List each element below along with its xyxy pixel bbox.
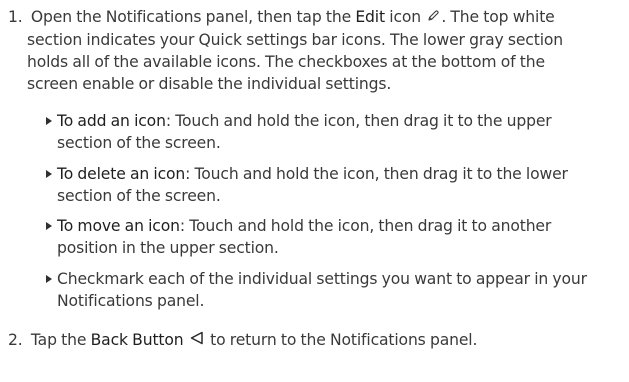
step2-line: 2. Tap the Back Button to return to the … — [8, 330, 477, 351]
bullet-add-text: : Touch and hold the icon, then drag it … — [165, 112, 552, 130]
step2-number: 2. — [8, 331, 23, 349]
back-triangle-icon — [189, 330, 205, 351]
step1-line4: screen enable or disable the individual … — [27, 75, 392, 93]
bullet-move-line2: position in the upper section. — [57, 239, 279, 257]
bullet-add-label: To add an icon — [57, 112, 166, 130]
step2-text-before: Tap the — [30, 331, 87, 349]
step1-text-before: Open the Notifications panel, then tap t… — [30, 8, 352, 26]
bullet-delete-text: : Touch and hold the icon, then drag it … — [185, 165, 568, 183]
step1-line3: holds all of the available icons. The ch… — [27, 53, 545, 71]
bullet-arrow-icon — [46, 170, 52, 178]
back-button-label: Back Button — [90, 331, 184, 349]
bullet-delete-line2: section of the screen. — [57, 187, 221, 205]
step2-text-after: to return to the Notifications panel. — [210, 331, 478, 349]
bullet-checkmark-line1: Checkmark each of the individual setting… — [57, 270, 587, 288]
bullet-add-line2: section of the screen. — [57, 134, 221, 152]
bullet-move-line1: To move an icon: Touch and hold the icon… — [57, 216, 551, 236]
step1-number: 1. — [8, 8, 23, 26]
edit-label: Edit — [355, 8, 385, 26]
step1-line2: section indicates your Quick settings ba… — [27, 31, 563, 49]
bullet-delete-line1: To delete an icon: Touch and hold the ic… — [57, 164, 568, 184]
bullet-checkmark-line2: Notifications panel. — [57, 292, 205, 310]
pencil-icon — [426, 8, 440, 28]
bullet-arrow-icon — [46, 117, 52, 125]
bullet-delete-label: To delete an icon — [57, 165, 186, 183]
bullet-move-label: To move an icon — [57, 217, 180, 235]
bullet-add-line1: To add an icon: Touch and hold the icon,… — [57, 111, 552, 131]
bullet-arrow-icon — [46, 222, 52, 230]
step1-text-after: icon — [389, 8, 421, 26]
bullet-move-text: : Touch and hold the icon, then drag it … — [179, 217, 552, 235]
instructions-page: 1. Open the Notifications panel, then ta… — [0, 0, 629, 382]
step1-text-end: . The top white — [441, 8, 555, 26]
bullet-arrow-icon — [46, 275, 52, 283]
step1-line1: 1. Open the Notifications panel, then ta… — [8, 7, 555, 28]
